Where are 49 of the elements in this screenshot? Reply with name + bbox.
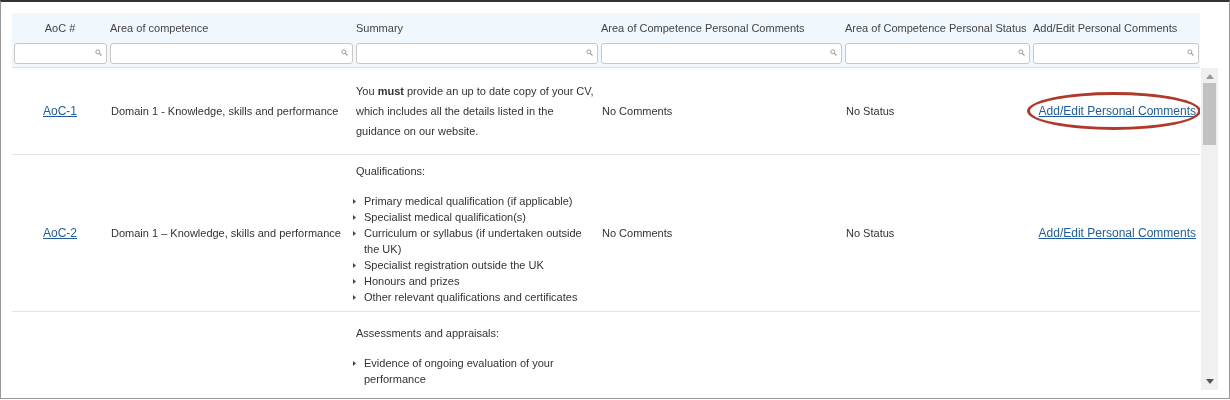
edit-comments-link[interactable]: Add/Edit Personal Comments [1038,104,1196,118]
column-header[interactable]: AoC # [44,22,76,34]
summary-text: Qualifications: [356,164,427,179]
aoc-link[interactable]: AoC-1 [43,104,77,118]
aoc-link[interactable]: AoC-2 [43,226,77,240]
area-text: Domain 1 - Knowledge, skills and performance [111,105,339,117]
filter-field[interactable] [14,43,107,64]
bullet-text: Honours and prizes [364,274,460,289]
search-icon [830,49,837,56]
search-icon [1187,49,1194,56]
search-icon [586,49,593,56]
column-header[interactable]: Add/Edit Personal Comments [1033,22,1178,34]
status-text: No Status [846,227,895,239]
filter-field[interactable] [110,43,353,64]
scrollbar[interactable] [1201,68,1218,390]
bullet-icon [353,231,356,236]
comments-text: No Comments [602,105,673,117]
summary-text: Assessments and appraisals: [356,326,501,341]
scroll-down-icon[interactable] [1205,379,1214,384]
filter-field[interactable] [356,43,598,64]
column-header[interactable]: Area of Competence Personal Status [845,22,1027,34]
bullet-text: Specialist registration outside the UK [364,258,544,273]
bullet-icon [353,199,356,204]
scroll-up-icon[interactable] [1205,74,1214,79]
bullet-icon [353,215,356,220]
bullet-icon [353,361,356,366]
bullet-text: Specialist medical qualification(s) [364,210,526,225]
edit-comments-link[interactable]: Add/Edit Personal Comments [1038,226,1196,240]
column-header[interactable]: Area of Competence Personal Comments [601,22,805,34]
bullet-icon [353,295,356,300]
bullet-text: Evidence of ongoing evaluation of your performance [364,356,555,387]
filter-field[interactable] [845,43,1030,64]
bullet-icon [353,279,356,284]
status-text: No Status [846,105,895,117]
comments-text: No Comments [602,227,673,239]
search-icon [95,49,102,56]
column-header[interactable]: Summary [356,22,404,34]
search-icon [341,49,348,56]
bullet-icon [353,263,356,268]
bullet-text: Other relevant qualifications and certificates [364,290,578,305]
bullet-text: Curriculum or syllabus (if undertaken outside the UK) [364,226,583,257]
filter-field[interactable] [1033,43,1199,64]
column-header[interactable]: Area of competence [110,22,209,34]
scroll-thumb[interactable] [1203,83,1216,145]
filter-field[interactable] [601,43,842,64]
area-text: Domain 1 – Knowledge, skills and performance [111,227,341,239]
bullet-text: Primary medical qualification (if applicable) [364,194,573,209]
summary-text: You must provide an up to date copy of your CV, which includes all the details listed in the guidance on our website. [356,84,595,139]
search-icon [1018,49,1025,56]
